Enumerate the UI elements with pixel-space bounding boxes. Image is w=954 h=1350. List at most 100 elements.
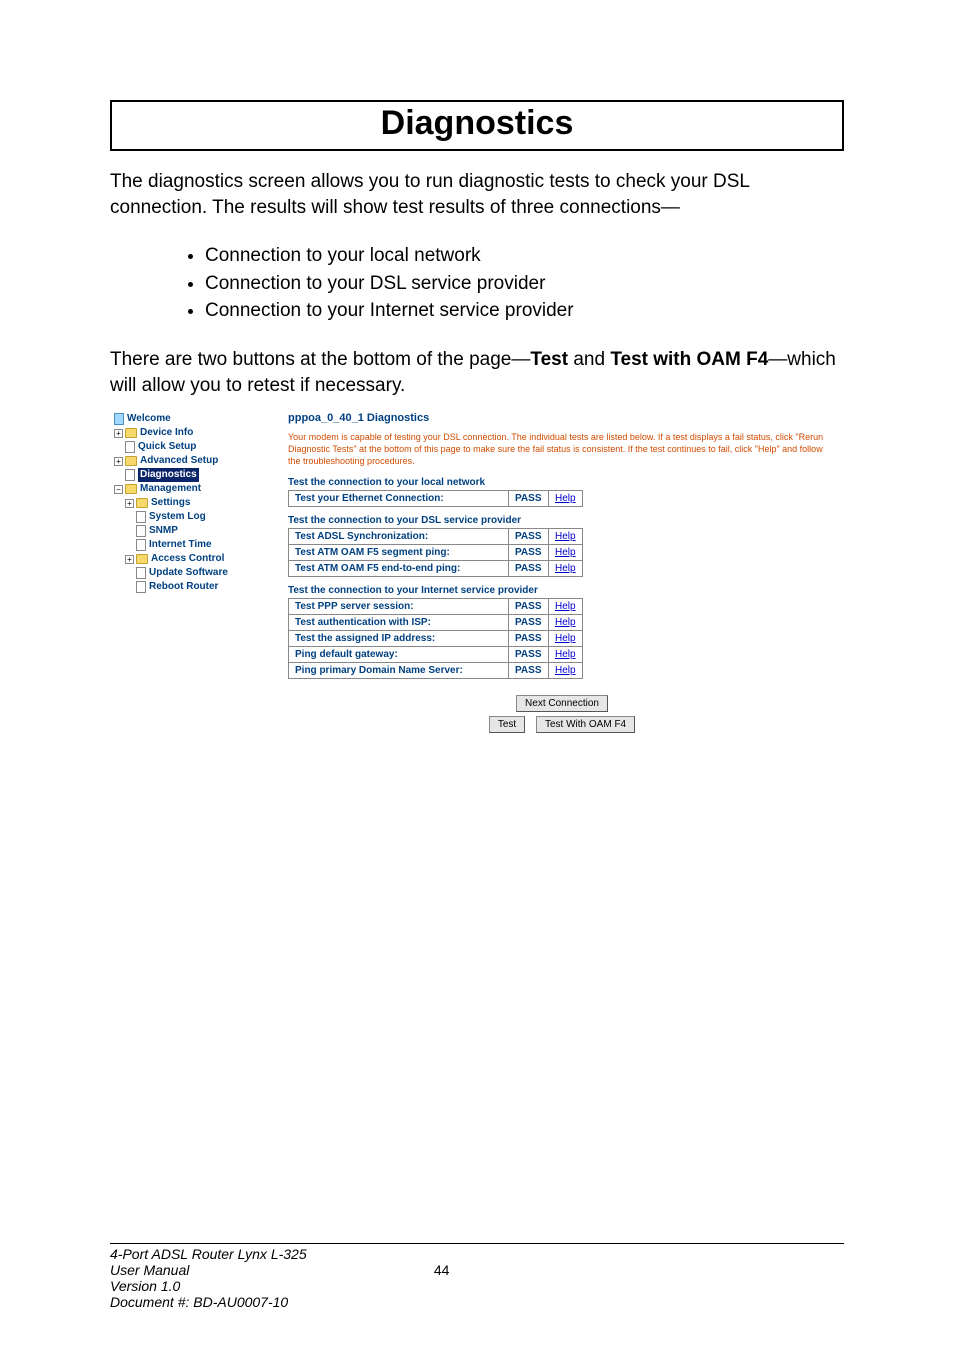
bullet-item: Connection to your local network — [205, 242, 844, 270]
section-head-internet: Test the connection to your Internet ser… — [288, 585, 836, 596]
diag-table-local: Test your Ethernet Connection: PASS Help — [288, 490, 583, 507]
tree-item-advanced-setup[interactable]: + Advanced Setup — [114, 454, 276, 468]
test-name: Ping primary Domain Name Server: — [289, 663, 509, 679]
tree-item-quick-setup[interactable]: Quick Setup — [114, 440, 276, 454]
page-title-box: Diagnostics — [110, 100, 844, 151]
page-icon — [125, 441, 135, 453]
diag-table-dsl: Test ADSL Synchronization: PASS Help Tes… — [288, 528, 583, 577]
help-link[interactable]: Help — [555, 617, 576, 628]
tree-label: Device Info — [140, 426, 193, 440]
page-icon — [136, 539, 146, 551]
bullet-item: Connection to your Internet service prov… — [205, 297, 844, 325]
help-link[interactable]: Help — [555, 547, 576, 558]
tree-label: Advanced Setup — [140, 454, 218, 468]
footer-doc: Document #: BD-AU0007-10 — [110, 1294, 288, 1310]
tree-label: Quick Setup — [138, 440, 196, 454]
expander-icon[interactable]: + — [114, 429, 123, 438]
footer-divider — [110, 1243, 844, 1244]
diag-description: Your modem is capable of testing your DS… — [288, 432, 836, 467]
test-name: Test authentication with ISP: — [289, 615, 509, 631]
help-link[interactable]: Help — [555, 665, 576, 676]
help-link[interactable]: Help — [555, 531, 576, 542]
next-connection-button[interactable]: Next Connection — [516, 695, 608, 712]
tree-item-diagnostics[interactable]: Diagnostics — [114, 468, 276, 482]
help-link[interactable]: Help — [555, 563, 576, 574]
tree-item-update-software[interactable]: Update Software — [114, 566, 276, 580]
tree-item-management[interactable]: − Management — [114, 482, 276, 496]
tree-item-welcome[interactable]: Welcome — [114, 412, 276, 426]
table-row: Test ADSL Synchronization: PASS Help — [289, 529, 583, 545]
tree-item-settings[interactable]: + Settings — [114, 496, 276, 510]
test-status: PASS — [509, 561, 549, 577]
footer-page-number: 44 — [189, 1262, 694, 1278]
table-row: Test ATM OAM F5 segment ping: PASS Help — [289, 545, 583, 561]
table-row: Test your Ethernet Connection: PASS Help — [289, 491, 583, 507]
test-name: Test ATM OAM F5 segment ping: — [289, 545, 509, 561]
tree-label: Settings — [151, 496, 190, 510]
page-icon — [114, 413, 124, 425]
page-icon — [136, 525, 146, 537]
bullet-list: Connection to your local network Connect… — [205, 242, 844, 325]
folder-icon — [125, 484, 137, 494]
test-name: Ping default gateway: — [289, 647, 509, 663]
diag-table-internet: Test PPP server session: PASS Help Test … — [288, 598, 583, 679]
nav-tree: Welcome + Device Info Quick Setup + Adva… — [110, 408, 280, 718]
tree-item-device-info[interactable]: + Device Info — [114, 426, 276, 440]
page-icon — [136, 511, 146, 523]
expander-icon[interactable]: + — [114, 457, 123, 466]
section-head-dsl: Test the connection to your DSL service … — [288, 515, 836, 526]
help-link[interactable]: Help — [555, 601, 576, 612]
tree-label: Management — [140, 482, 201, 496]
table-row: Ping primary Domain Name Server: PASS He… — [289, 663, 583, 679]
tree-item-system-log[interactable]: System Log — [114, 510, 276, 524]
table-row: Test the assigned IP address: PASS Help — [289, 631, 583, 647]
test-status: PASS — [509, 631, 549, 647]
expander-icon[interactable]: − — [114, 485, 123, 494]
tree-label: Internet Time — [149, 538, 212, 552]
test-button[interactable]: Test — [489, 716, 525, 733]
expander-icon[interactable]: + — [125, 499, 134, 508]
intro-paragraph: The diagnostics screen allows you to run… — [110, 169, 844, 220]
test-name: Test PPP server session: — [289, 599, 509, 615]
page-icon — [125, 469, 135, 481]
test-status: PASS — [509, 647, 549, 663]
text-fragment: and — [568, 349, 610, 370]
page-footer: 4-Port ADSL Router Lynx L-325 User Manua… — [110, 1243, 844, 1310]
table-row: Test ATM OAM F5 end-to-end ping: PASS He… — [289, 561, 583, 577]
test-status: PASS — [509, 545, 549, 561]
page-icon — [136, 567, 146, 579]
table-row: Test PPP server session: PASS Help — [289, 599, 583, 615]
footer-product: 4-Port ADSL Router Lynx L-325 — [110, 1246, 307, 1262]
tree-item-access-control[interactable]: + Access Control — [114, 552, 276, 566]
test-name: Test ATM OAM F5 end-to-end ping: — [289, 561, 509, 577]
page-icon — [136, 581, 146, 593]
tree-label: Update Software — [149, 566, 228, 580]
tree-item-reboot-router[interactable]: Reboot Router — [114, 580, 276, 594]
pre-screenshot-paragraph: There are two buttons at the bottom of t… — [110, 347, 844, 398]
diag-title: pppoa_0_40_1 Diagnostics — [288, 412, 836, 424]
table-row: Test authentication with ISP: PASS Help — [289, 615, 583, 631]
text-fragment: There are two buttons at the bottom of t… — [110, 349, 530, 370]
test-name: Test the assigned IP address: — [289, 631, 509, 647]
test-status: PASS — [509, 529, 549, 545]
expander-icon[interactable]: + — [125, 555, 134, 564]
tree-item-snmp[interactable]: SNMP — [114, 524, 276, 538]
bold-test: Test — [530, 349, 568, 370]
test-status: PASS — [509, 615, 549, 631]
footer-version: Version 1.0 — [110, 1278, 180, 1294]
bullet-item: Connection to your DSL service provider — [205, 270, 844, 298]
folder-icon — [125, 428, 137, 438]
help-link[interactable]: Help — [555, 493, 576, 504]
test-oam-button[interactable]: Test With OAM F4 — [536, 716, 635, 733]
folder-icon — [125, 456, 137, 466]
footer-manual: User Manual — [110, 1262, 189, 1278]
tree-label: Reboot Router — [149, 580, 218, 594]
folder-icon — [136, 554, 148, 564]
tree-item-internet-time[interactable]: Internet Time — [114, 538, 276, 552]
diagnostics-panel: pppoa_0_40_1 Diagnostics Your modem is c… — [280, 408, 844, 718]
test-status: PASS — [509, 663, 549, 679]
help-link[interactable]: Help — [555, 649, 576, 660]
help-link[interactable]: Help — [555, 633, 576, 644]
tree-label: Access Control — [151, 552, 224, 566]
section-head-local: Test the connection to your local networ… — [288, 477, 836, 488]
